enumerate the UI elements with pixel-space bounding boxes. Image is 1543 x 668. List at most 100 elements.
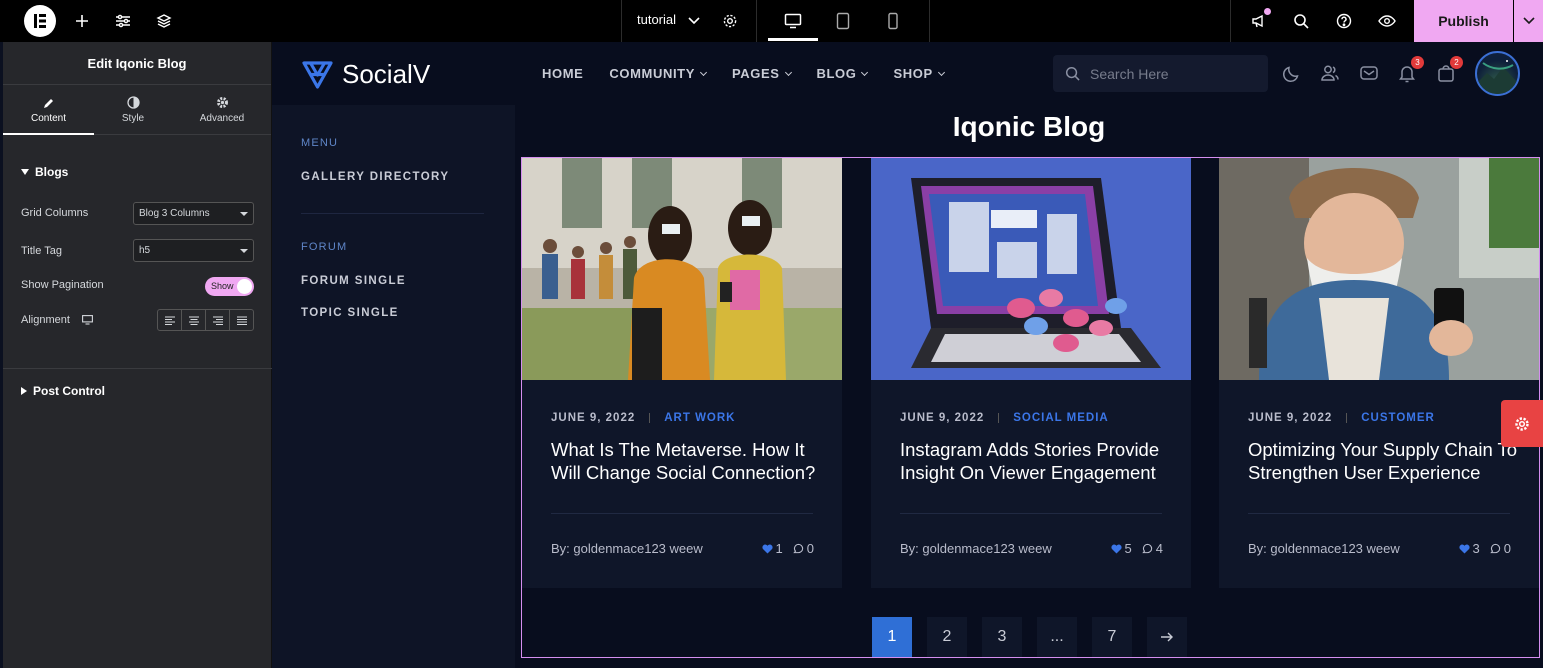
page-dropdown-chevron-icon[interactable] [683, 10, 705, 32]
tab-advanced-label: Advanced [199, 113, 245, 124]
nav-item-home[interactable]: HOME [542, 66, 583, 81]
likes-stat[interactable]: 5 [1110, 541, 1132, 556]
post-date[interactable]: JUNE 9, 2022 [551, 412, 635, 424]
friends-icon[interactable] [1319, 62, 1341, 84]
grid-columns-label: Grid Columns [21, 207, 89, 219]
align-left-button[interactable] [158, 310, 182, 330]
nav-label: PAGES [731, 66, 780, 81]
nav-item-shop[interactable]: SHOP [893, 66, 945, 81]
nav-item-blog[interactable]: BLOG [816, 66, 869, 81]
user-avatar[interactable] [1475, 51, 1520, 96]
show-pagination-value: Show [211, 281, 234, 291]
section-post-control-label: Post Control [33, 384, 105, 398]
side-menu-item-forum-single[interactable]: FORUM SINGLE [301, 275, 406, 287]
post-author[interactable]: By: goldenmace123 weew [900, 541, 1052, 556]
post-title[interactable]: What Is The Metaverse. How It Will Chang… [551, 438, 821, 484]
page-button-7[interactable]: 7 [1092, 617, 1132, 657]
post-title[interactable]: Optimizing Your Supply Chain To Strength… [1248, 438, 1518, 484]
search-input[interactable] [1090, 65, 1260, 82]
site-settings-icon[interactable] [112, 10, 134, 32]
tab-content[interactable]: Content [3, 85, 94, 135]
gear-icon [1515, 416, 1529, 431]
caret-down-icon [21, 169, 29, 175]
page-button-2[interactable]: 2 [927, 617, 967, 657]
show-pagination-toggle[interactable]: Show [205, 277, 254, 296]
elementor-logo-icon[interactable] [24, 5, 56, 37]
align-justify-button[interactable] [230, 310, 253, 330]
alignment-button-group [157, 309, 254, 331]
align-right-button[interactable] [206, 310, 230, 330]
comments-stat[interactable]: 0 [793, 541, 814, 556]
add-element-icon[interactable] [71, 10, 93, 32]
comments-count: 4 [1155, 541, 1163, 556]
post-date[interactable]: JUNE 9, 2022 [1248, 412, 1332, 424]
comments-stat[interactable]: 0 [1490, 541, 1511, 556]
notification-dot-icon [1264, 8, 1271, 15]
post-author[interactable]: By: goldenmace123 weew [1248, 541, 1400, 556]
preview-eye-icon[interactable] [1376, 10, 1398, 32]
tab-style-label: Style [121, 113, 145, 124]
panel-title: Edit Iqonic Blog [3, 42, 271, 85]
align-center-button[interactable] [182, 310, 206, 330]
meta-separator [649, 413, 651, 423]
grid-columns-select[interactable]: Blog 3 Columns [133, 202, 254, 225]
cart-bag-icon[interactable]: 2 [1435, 56, 1463, 84]
socialv-logo-icon [302, 61, 333, 89]
messages-icon[interactable] [1358, 62, 1380, 84]
next-page-button[interactable] [1147, 617, 1187, 657]
post-category[interactable]: ART WORK [664, 412, 735, 424]
blog-card[interactable]: JUNE 9, 2022 CUSTOMER Optimizing Your Su… [1219, 158, 1539, 588]
floating-settings-button[interactable] [1501, 400, 1543, 447]
help-icon[interactable] [1333, 10, 1355, 32]
top-bar-divider [1230, 0, 1231, 42]
mobile-view-icon[interactable] [882, 10, 904, 32]
nav-label: COMMUNITY [609, 66, 695, 81]
post-stats: 5 4 [1110, 541, 1163, 556]
nav-item-community[interactable]: COMMUNITY [609, 66, 708, 81]
post-date[interactable]: JUNE 9, 2022 [900, 412, 984, 424]
page-settings-gear-icon[interactable] [719, 10, 741, 32]
page-button-1[interactable]: 1 [872, 617, 912, 657]
dark-mode-toggle-icon[interactable] [1281, 62, 1303, 84]
blog-card-image[interactable] [522, 158, 842, 380]
blog-card[interactable]: JUNE 9, 2022 SOCIAL MEDIA Instagram Adds… [871, 158, 1191, 588]
publish-button[interactable]: Publish [1414, 0, 1513, 42]
tab-advanced[interactable]: Advanced [179, 85, 265, 135]
tablet-view-icon[interactable] [832, 10, 854, 32]
post-author[interactable]: By: goldenmace123 weew [551, 541, 703, 556]
likes-stat[interactable]: 1 [761, 541, 783, 556]
nav-item-pages[interactable]: PAGES [731, 66, 792, 81]
grid-columns-value: Blog 3 Columns [139, 208, 210, 219]
responsive-desktop-icon[interactable] [82, 315, 93, 325]
search-icon[interactable] [1290, 10, 1312, 32]
comments-stat[interactable]: 4 [1142, 541, 1163, 556]
title-tag-value: h5 [139, 245, 151, 256]
section-blogs-toggle[interactable]: Blogs [21, 165, 68, 179]
chevron-down-icon [699, 68, 708, 76]
align-left-icon [164, 316, 175, 325]
side-menu-item-gallery-directory[interactable]: GALLERY DIRECTORY [301, 171, 449, 183]
publish-options-chevron-icon[interactable] [1514, 0, 1543, 42]
blog-card-image[interactable] [871, 158, 1191, 380]
site-search [1053, 55, 1268, 92]
page-button-3[interactable]: 3 [982, 617, 1022, 657]
site-logo[interactable]: SocialV [301, 58, 430, 90]
side-menu-item-topic-single[interactable]: TOPIC SINGLE [301, 307, 399, 319]
post-category[interactable]: SOCIAL MEDIA [1013, 412, 1109, 424]
section-post-control-toggle[interactable]: Post Control [21, 384, 105, 398]
page-name-dropdown[interactable]: tutorial [637, 12, 676, 27]
align-justify-icon [236, 316, 247, 325]
heart-icon [1458, 544, 1470, 554]
post-category[interactable]: CUSTOMER [1361, 412, 1435, 424]
likes-stat[interactable]: 3 [1458, 541, 1480, 556]
blog-card-image[interactable] [1219, 158, 1539, 380]
notifications-bell-icon[interactable]: 3 [1396, 56, 1424, 84]
heart-icon [761, 544, 773, 554]
nav-label: BLOG [816, 66, 857, 81]
blog-card[interactable]: JUNE 9, 2022 ART WORK What Is The Metave… [522, 158, 842, 588]
desktop-view-icon[interactable] [782, 10, 804, 32]
post-title[interactable]: Instagram Adds Stories Provide Insight O… [900, 438, 1170, 484]
tab-style[interactable]: Style [94, 85, 172, 135]
structure-layers-icon[interactable] [153, 10, 175, 32]
title-tag-select[interactable]: h5 [133, 239, 254, 262]
